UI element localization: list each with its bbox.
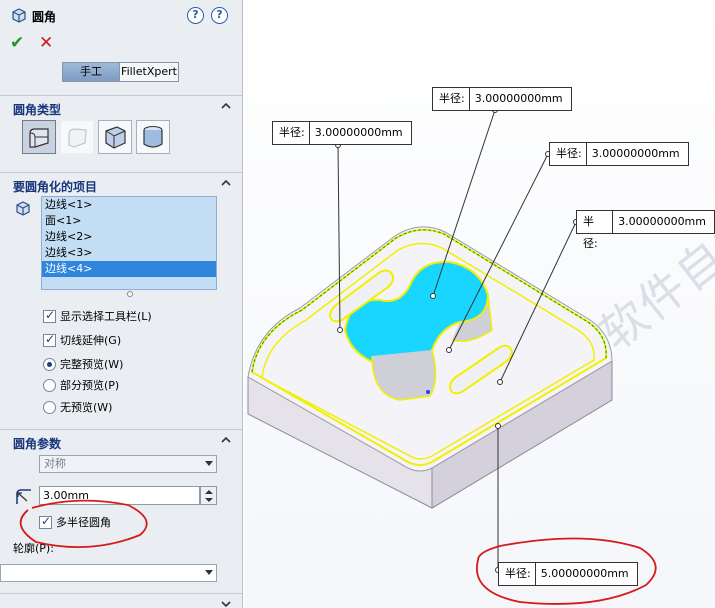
multi-radius-label: 多半径圆角 <box>56 516 111 529</box>
tangent-propagation-checkbox[interactable] <box>43 332 56 347</box>
no-preview-radio[interactable] <box>43 400 56 414</box>
mode-tabs: 手工 FilletXpert <box>62 62 179 82</box>
items-to-fillet-list[interactable]: 边线<1> 面<1> 边线<2> 边线<3> 边线<4> <box>41 196 217 290</box>
list-item[interactable]: 面<1> <box>42 213 216 229</box>
variable-size-fillet-icon[interactable] <box>60 120 94 154</box>
check-icon[interactable]: ✔ <box>10 33 24 53</box>
radius-input[interactable]: 3.00mm <box>39 486 200 505</box>
help-tips-icon[interactable]: ? <box>187 7 204 24</box>
help-icon[interactable]: ? <box>211 7 228 24</box>
chevron-up-icon[interactable] <box>221 101 231 111</box>
list-item-selected[interactable]: 边线<4> <box>42 261 216 277</box>
list-item[interactable]: 边线<2> <box>42 229 216 245</box>
radius-callout-value: 5.00000000mm <box>540 567 629 580</box>
tab-manual[interactable]: 手工 <box>62 62 120 82</box>
constant-size-fillet-icon[interactable] <box>22 120 56 154</box>
full-preview-option[interactable]: 完整预览(W) <box>43 356 123 372</box>
next-section-header[interactable] <box>0 593 242 608</box>
fillet-feature-icon <box>12 8 26 23</box>
list-item[interactable]: 边线<3> <box>42 245 216 261</box>
profile-select[interactable] <box>0 564 217 582</box>
fillet-method-select[interactable]: 对称 <box>39 455 217 473</box>
radius-callout-value: 3.00000000mm <box>474 92 563 105</box>
items-section-header[interactable]: 要圆角化的项目 <box>0 172 242 196</box>
chevron-up-icon[interactable] <box>221 435 231 445</box>
tangent-propagation-option[interactable]: 切线延伸(G) <box>43 332 121 348</box>
annotation-ellipse-left <box>19 499 148 548</box>
radius-callout-label: 半径: <box>499 563 536 585</box>
radius-callout-4[interactable]: 半径: 3.00000000mm <box>576 210 715 250</box>
radius-callout-value: 3.00000000mm <box>591 147 680 160</box>
radius-icon <box>16 489 31 504</box>
list-resize-handle[interactable] <box>127 291 133 297</box>
radius-callout-value: 3.00000000mm <box>314 126 403 139</box>
full-round-fillet-icon[interactable] <box>136 120 170 154</box>
chevron-down-icon <box>205 461 213 466</box>
property-manager-panel: 圆角 ? ? ✔ ✕ 手工 FilletXpert 圆角类型 要圆角化的项目 边… <box>0 0 243 608</box>
radius-callout-label: 半径: <box>577 211 614 250</box>
partial-preview-option[interactable]: 部分预览(P) <box>43 377 119 393</box>
panel-title: 圆角 <box>32 10 57 24</box>
partial-preview-radio[interactable] <box>43 378 56 392</box>
items-title: 要圆角化的项目 <box>13 180 98 194</box>
full-preview-radio[interactable] <box>43 357 56 371</box>
radius-callout-3[interactable]: 半径: 3.00000000mm <box>549 142 689 166</box>
full-preview-label: 完整预览(W) <box>60 358 124 371</box>
fillet-type-section-header[interactable]: 圆角类型 <box>0 95 242 119</box>
edge-selection-icon <box>16 201 30 216</box>
radius-callout-5[interactable]: 半径: 5.00000000mm <box>498 562 638 586</box>
tab-filletxpert[interactable]: FilletXpert <box>119 62 179 82</box>
list-item[interactable]: 边线<1> <box>42 197 216 213</box>
no-preview-option[interactable]: 无预览(W) <box>43 399 112 415</box>
radius-callout-value: 3.00000000mm <box>618 215 706 228</box>
graphics-area[interactable]: 软件自学网 半径: 3.00000000mm 半径: 3.00000000mm … <box>244 0 715 608</box>
profile-label: 轮廓(P): <box>13 542 54 555</box>
radius-callout-label: 半径: <box>433 88 470 110</box>
no-preview-label: 无预览(W) <box>60 401 113 414</box>
chevron-up-icon[interactable] <box>221 178 231 188</box>
fillet-params-title: 圆角参数 <box>13 437 62 451</box>
fillet-method-value: 对称 <box>44 457 66 470</box>
show-selection-toolbar-label: 显示选择工具栏(L) <box>60 310 152 323</box>
face-fillet-icon[interactable] <box>98 120 132 154</box>
fillet-type-title: 圆角类型 <box>13 103 62 117</box>
multi-radius-checkbox[interactable] <box>39 514 52 529</box>
show-selection-toolbar-checkbox[interactable] <box>43 308 56 323</box>
partial-preview-label: 部分预览(P) <box>60 379 120 392</box>
chevron-down-icon <box>205 570 213 575</box>
show-selection-toolbar-option[interactable]: 显示选择工具栏(L) <box>43 308 152 324</box>
radius-callout-2[interactable]: 半径: 3.00000000mm <box>432 87 572 111</box>
radius-callout-label: 半径: <box>550 143 587 165</box>
fillet-params-section-header[interactable]: 圆角参数 <box>0 429 242 453</box>
radius-callout-1[interactable]: 半径: 3.00000000mm <box>272 121 412 145</box>
chevron-down-icon[interactable] <box>221 599 231 608</box>
tangent-propagation-label: 切线延伸(G) <box>60 334 122 347</box>
close-icon[interactable]: ✕ <box>39 33 53 53</box>
radius-callout-label: 半径: <box>273 122 310 144</box>
panel-header: 圆角 ? ? <box>0 0 242 30</box>
radius-spinner[interactable] <box>200 486 217 505</box>
multi-radius-option[interactable]: 多半径圆角 <box>39 514 111 530</box>
